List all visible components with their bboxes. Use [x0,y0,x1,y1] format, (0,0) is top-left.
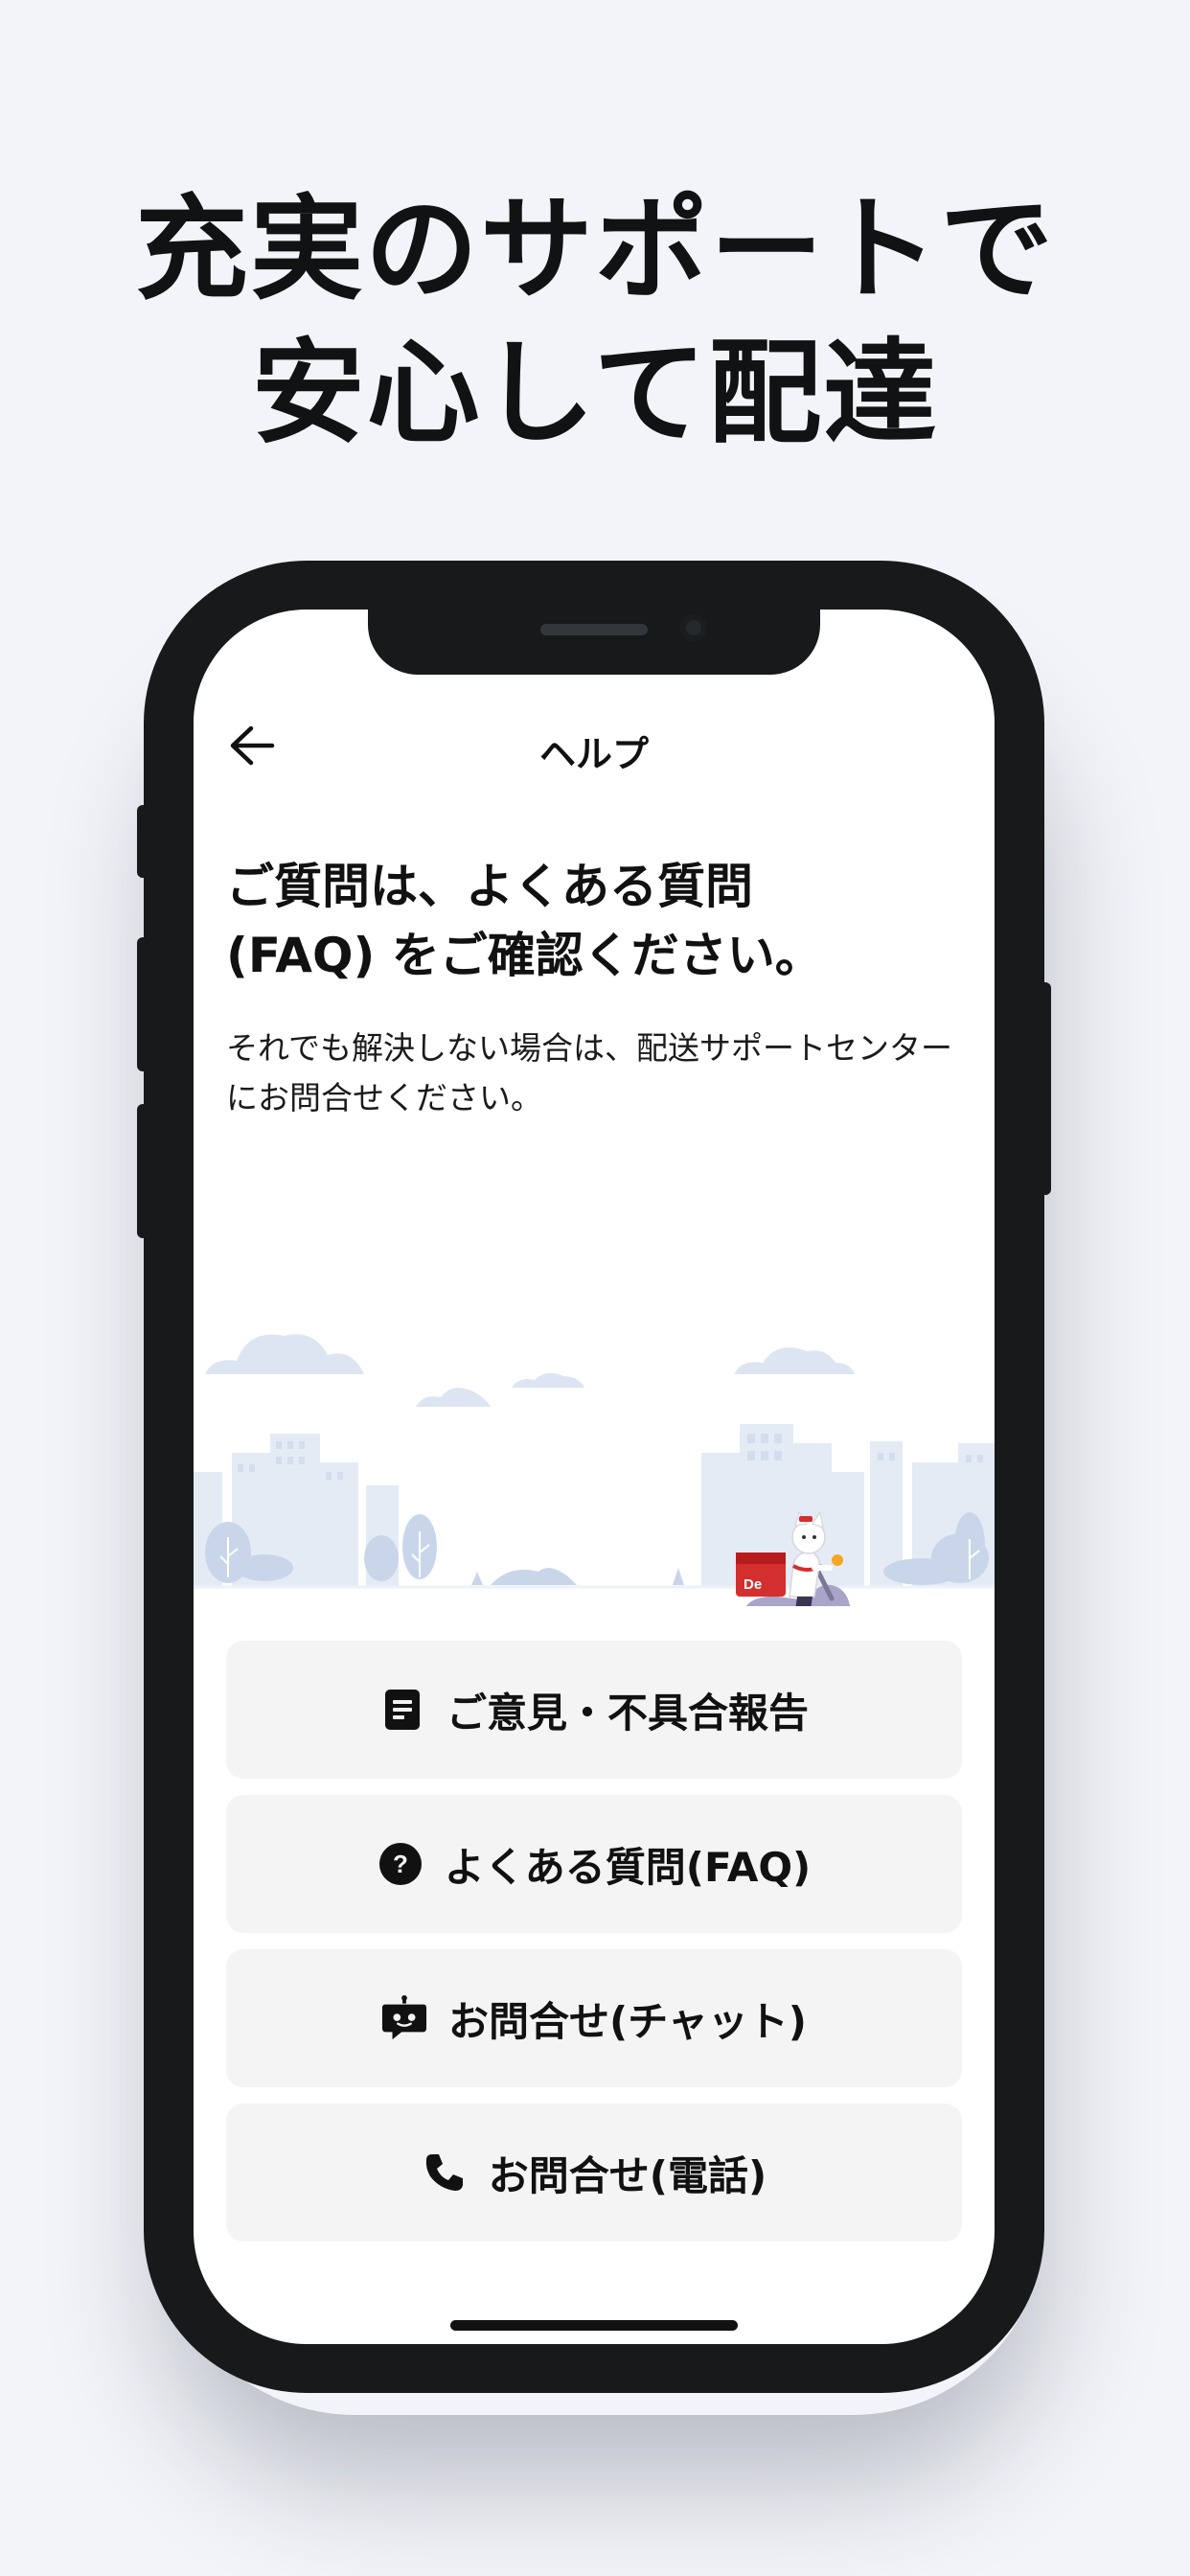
navigation-bar: ヘルプ [194,717,995,775]
phone-inquiry-label: お問合せ(電話) [488,2151,767,2199]
phone-screen: ヘルプ ご質問は、よくある質問 (FAQ) をご確認ください。 それでも解決しな… [194,610,995,2344]
phone-camera [680,614,707,641]
help-heading: ご質問は、よくある質問 (FAQ) をご確認ください。 [226,859,823,983]
chat-inquiry-label: お問合せ(チャット) [448,1997,807,2045]
svg-text:?: ? [393,1850,408,1878]
delivery-box-logo: De [744,1576,762,1593]
feedback-report-label: ご意見・不具合報告 [446,1689,809,1736]
home-indicator [450,2320,738,2331]
phone-icon [422,2150,468,2196]
help-description: それでも解決しない場合は、配送サポートセンターにお問合せください。 [226,1029,953,1116]
chat-bot-icon [381,1995,427,2041]
document-icon [379,1687,425,1733]
chat-inquiry-button[interactable]: お問合せ(チャット) [226,1949,962,2087]
feedback-report-button[interactable]: ご意見・不具合報告 [226,1641,962,1779]
delivery-illustration: De [194,1334,995,1606]
phone-inquiry-button[interactable]: お問合せ(電話) [226,2104,962,2242]
headline-line-2: 安心して配達 [251,327,939,459]
marketing-headline: 充実のサポートで 安心して配達 [0,177,1190,465]
page-title: ヘルプ [538,733,649,775]
help-action-list: ご意見・不具合報告 ? よくある質問(FAQ) お問合せ(チャット) お問合せ(… [226,1641,962,2258]
faq-button[interactable]: ? よくある質問(FAQ) [226,1795,962,1933]
question-circle-icon: ? [378,1841,423,1887]
faq-label: よくある質問(FAQ) [444,1843,812,1891]
phone-notch [368,610,820,675]
phone-speaker [540,624,648,635]
headline-line-1: 充実のサポートで [134,183,1055,315]
